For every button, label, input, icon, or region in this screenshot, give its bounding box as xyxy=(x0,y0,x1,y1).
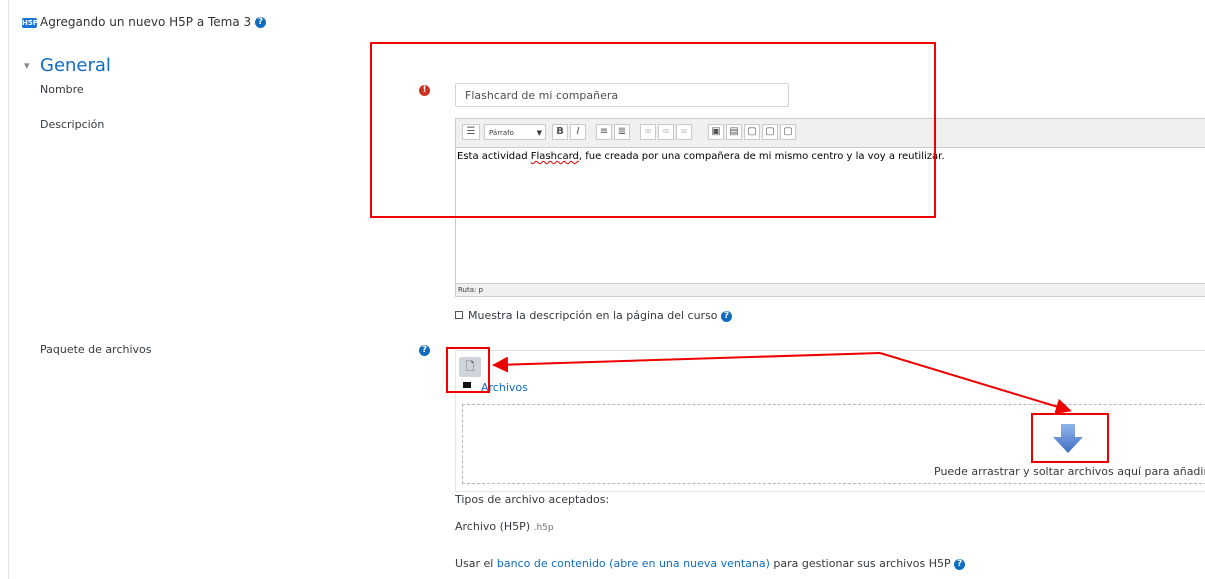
annotation-arrows xyxy=(492,352,1072,415)
